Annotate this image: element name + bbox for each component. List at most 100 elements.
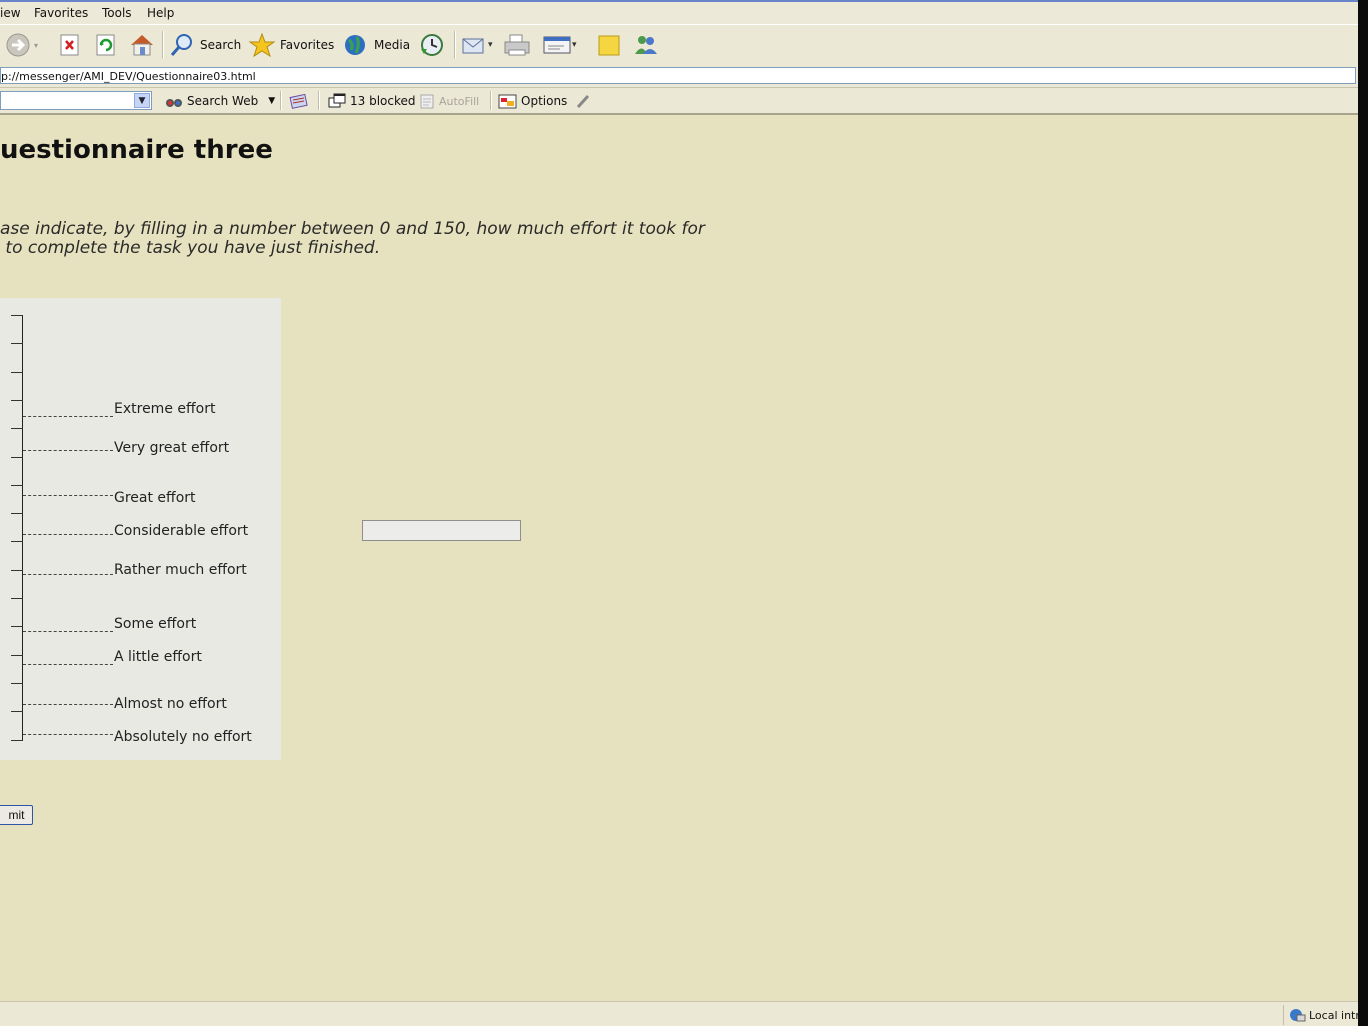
scale-label-great: Great effort [114, 490, 196, 506]
scale-label-absolutely-none: Absolutely no effort [114, 729, 252, 745]
options-label: Options [521, 94, 568, 108]
scale-tick [11, 371, 23, 373]
search-toolbar: ▼ Search Web ▼ 13 blocked AutoFill Optio… [0, 88, 1358, 115]
messenger-people-icon [635, 36, 657, 54]
submit-button[interactable]: mit [0, 805, 33, 825]
scale-label-some: Some effort [114, 616, 197, 632]
menu-help[interactable]: Help [147, 6, 174, 20]
favorites-button[interactable]: Favorites [248, 31, 334, 59]
scale-leader [23, 574, 113, 575]
scale-leader [23, 450, 113, 451]
edit-page-icon [543, 36, 571, 54]
scale-leader [23, 734, 113, 735]
popup-blocked-icon [328, 93, 346, 108]
media-button-label: Media [374, 38, 411, 52]
pencil-icon [576, 94, 590, 109]
discuss-button[interactable] [596, 31, 624, 59]
scale-tick [11, 315, 23, 316]
search-web-dropdown-icon[interactable]: ▼ [268, 96, 275, 106]
scale-tick [11, 569, 23, 571]
refresh-button[interactable] [94, 31, 118, 59]
edit-dropdown-icon: ▾ [572, 40, 577, 50]
autofill-icon [420, 94, 434, 109]
menu-favorites[interactable]: Favorites [34, 6, 88, 20]
scale-tick [11, 654, 23, 656]
chevron-down-icon[interactable]: ▼ [134, 93, 150, 108]
scale-tick [11, 343, 23, 345]
scale-label-very-great: Very great effort [114, 440, 230, 456]
search-button[interactable]: Search [168, 31, 241, 59]
history-icon [421, 34, 443, 56]
scale-tick [11, 428, 23, 430]
scale-leader [23, 495, 113, 496]
effort-input[interactable] [362, 520, 521, 541]
favorites-star-icon [248, 32, 276, 58]
zone-label: Local intr [1309, 1008, 1358, 1022]
address-bar: p://messenger/AMI_DEV/Questionnaire03.ht… [0, 65, 1358, 88]
scale-leader [23, 416, 113, 417]
stop-icon [60, 34, 79, 56]
scale-label-rather-much: Rather much effort [114, 562, 247, 578]
highlight-button[interactable] [575, 92, 591, 110]
page-title: uestionnaire three [0, 135, 273, 165]
address-input[interactable]: p://messenger/AMI_DEV/Questionnaire03.ht… [0, 67, 1356, 84]
scale-tick [11, 456, 23, 458]
edit-button[interactable]: ▾ [542, 31, 577, 59]
page-info-icon [289, 93, 308, 109]
popup-blocked-count: 13 blocked [350, 94, 416, 108]
print-icon [504, 34, 530, 56]
search-icon [170, 34, 192, 56]
refresh-icon [96, 34, 115, 56]
menu-tools[interactable]: Tools [102, 6, 132, 20]
mail-dropdown-icon: ▾ [488, 40, 493, 50]
print-button[interactable] [502, 31, 532, 59]
scale-label-extreme: Extreme effort [114, 401, 216, 417]
menu-bar: iew Favorites Tools Help [0, 0, 1358, 24]
page-info-button[interactable] [289, 92, 309, 110]
security-zone: Local intr [1283, 1005, 1358, 1025]
scale-tick [11, 682, 23, 684]
stop-button[interactable] [58, 31, 82, 59]
messenger-button[interactable] [632, 31, 660, 59]
scale-label-a-little: A little effort [114, 649, 202, 665]
scale-tick [11, 598, 23, 599]
search-button-label: Search [200, 38, 242, 52]
scale-tick [11, 513, 23, 515]
local-intranet-icon [1290, 1009, 1306, 1022]
standard-toolbar: ▾ Search Favorites Media ▾ ▾ [0, 24, 1358, 66]
forward-arrow-icon [6, 33, 30, 57]
forward-button[interactable]: ▾ [4, 31, 38, 59]
mail-icon [462, 38, 484, 54]
search-web-button[interactable]: Search Web ▼ [164, 92, 275, 110]
scale-leader [23, 704, 113, 705]
binoculars-icon [166, 99, 182, 107]
scale-tick [11, 626, 23, 628]
scale-tick [11, 711, 23, 713]
scale-axis [22, 315, 23, 740]
dropdown-arrow-icon: ▾ [34, 40, 39, 50]
options-button[interactable]: Options [498, 92, 567, 110]
home-icon [131, 35, 153, 56]
note-icon [598, 35, 620, 56]
instruction-text: ase indicate, by filling in a number bet… [0, 219, 705, 258]
scale-label-considerable: Considerable effort [114, 523, 249, 539]
favorites-button-label: Favorites [280, 38, 335, 52]
popup-blocker-button[interactable]: 13 blocked [327, 92, 416, 110]
scale-tick [11, 739, 23, 741]
toolbar-search-input[interactable]: ▼ [0, 91, 152, 110]
mail-button[interactable]: ▾ [460, 31, 493, 59]
scale-tick [11, 541, 23, 543]
menu-view[interactable]: iew [0, 6, 21, 20]
scale-leader [23, 631, 113, 632]
home-button[interactable] [128, 31, 156, 59]
media-button[interactable]: Media [342, 31, 410, 59]
media-globe-icon [345, 35, 365, 55]
autofill-label: AutoFill [439, 94, 480, 108]
history-button[interactable] [418, 31, 446, 59]
page-content: uestionnaire three ase indicate, by fill… [0, 115, 1358, 1001]
status-bar: Local intr [0, 1001, 1358, 1026]
options-icon [498, 94, 517, 109]
scale-label-almost-none: Almost no effort [114, 696, 227, 712]
scale-leader [23, 664, 113, 665]
autofill-button[interactable]: AutoFill [418, 92, 479, 110]
